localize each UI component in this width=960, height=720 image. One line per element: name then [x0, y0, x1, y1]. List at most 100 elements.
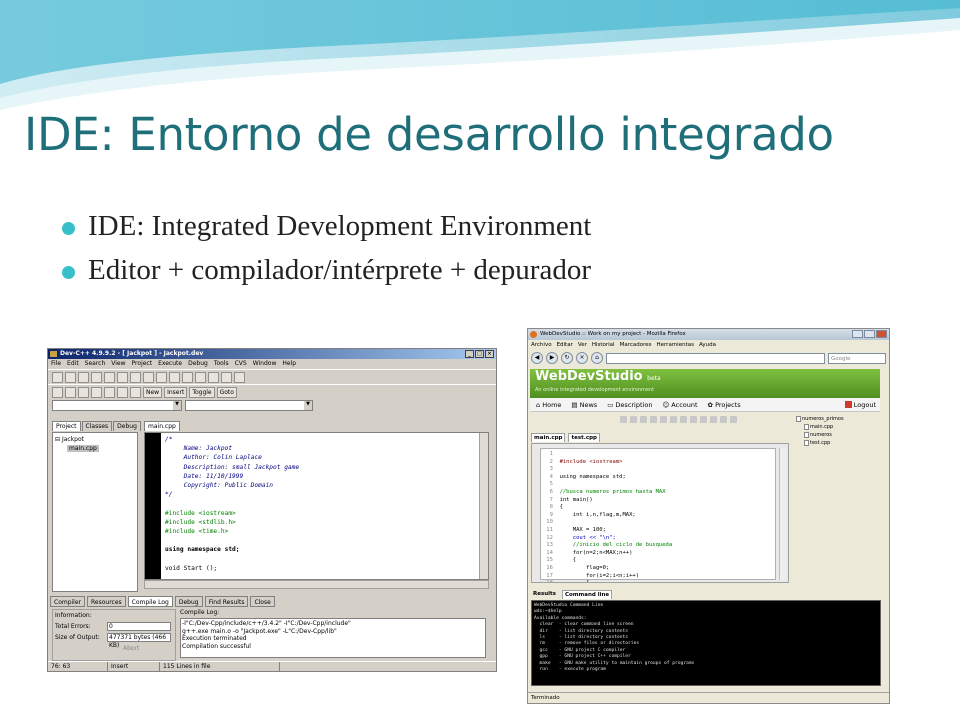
minimize-button[interactable]	[852, 330, 863, 338]
new-class-button[interactable]: New	[143, 387, 163, 398]
lock-icon[interactable]	[710, 415, 717, 423]
save-icon[interactable]	[620, 415, 627, 423]
tab-resources[interactable]: Resources	[87, 596, 126, 607]
tab-debug[interactable]: Debug	[113, 421, 141, 431]
new-file-icon[interactable]	[78, 372, 89, 383]
tab-debug-output[interactable]: Debug	[174, 596, 203, 607]
undo-icon[interactable]	[690, 415, 697, 423]
menu-ver[interactable]: Ver	[578, 340, 587, 350]
menu-edit[interactable]: Edit	[67, 359, 79, 369]
tree-node-project[interactable]: numeros_primos	[796, 415, 882, 423]
find-next-icon[interactable]	[182, 372, 193, 383]
tree-node-file[interactable]: test.cpp	[796, 439, 882, 447]
menu-herramientas[interactable]: Herramientas	[657, 340, 694, 350]
menu-execute[interactable]: Execute	[158, 359, 182, 369]
redo-icon[interactable]	[700, 415, 707, 423]
key-icon[interactable]	[720, 415, 727, 423]
menu-cvs[interactable]: CVS	[235, 359, 247, 369]
tab-compiler[interactable]: Compiler	[50, 596, 86, 607]
about-icon[interactable]	[130, 387, 141, 398]
run-icon[interactable]	[640, 415, 647, 423]
help-icon[interactable]	[117, 387, 128, 398]
home-icon[interactable]: ⌂	[591, 352, 603, 364]
menu-historial[interactable]: Historial	[592, 340, 615, 350]
maximize-button[interactable]	[864, 330, 875, 338]
logout-button[interactable]: Logout	[844, 401, 876, 409]
tab-command-line[interactable]: Command line	[561, 590, 613, 599]
indent-icon[interactable]	[208, 372, 219, 383]
url-input[interactable]	[606, 352, 825, 364]
tab-classes[interactable]: Classes	[81, 421, 113, 431]
command-line-console[interactable]: WebDevStudio Command Line wds:~$help Avail…	[531, 600, 881, 686]
stop-icon[interactable]: ×	[576, 352, 588, 364]
search-input[interactable]: Google	[828, 352, 886, 364]
member-selector-dropdown[interactable]: ▼	[185, 400, 313, 411]
menu-marcadores[interactable]: Marcadores	[620, 340, 652, 350]
unindent-icon[interactable]	[221, 372, 232, 383]
chevron-down-icon[interactable]: ▼	[173, 401, 181, 410]
menu-view[interactable]: View	[111, 359, 125, 369]
code-editor[interactable]: /* Name: Jackpot Author: Colin Laplace D…	[144, 432, 489, 580]
close-button[interactable]: ×	[485, 350, 494, 358]
replace-icon[interactable]	[169, 372, 180, 383]
tree-node-file[interactable]: main.cpp	[796, 423, 882, 431]
tab-results[interactable]: Results	[531, 590, 558, 599]
editor-vertical-scrollbar[interactable]	[779, 448, 786, 580]
find-icon[interactable]	[156, 372, 167, 383]
compile-icon[interactable]	[52, 387, 63, 398]
editor-vertical-scrollbar[interactable]	[479, 433, 488, 579]
save-icon[interactable]	[65, 372, 76, 383]
menu-help[interactable]: Help	[282, 359, 296, 369]
nav-account[interactable]: ☺ Account	[662, 401, 697, 409]
tab-compile-log[interactable]: Compile Log	[127, 596, 173, 607]
menu-ayuda[interactable]: Ayuda	[699, 340, 716, 350]
menu-project[interactable]: Project	[132, 359, 153, 369]
toggle-bookmark-button[interactable]: Toggle	[189, 387, 215, 398]
print-icon[interactable]	[650, 415, 657, 423]
back-button[interactable]: ◀	[531, 352, 543, 364]
compile-run-icon[interactable]	[78, 387, 89, 398]
undo-icon[interactable]	[130, 372, 141, 383]
code-area[interactable]: 1 2 #include <iostream> 3 4 using namesp…	[540, 448, 776, 582]
rebuild-icon[interactable]	[91, 387, 102, 398]
tab-main-cpp[interactable]: main.cpp	[144, 421, 180, 431]
goto-bookmark-button[interactable]: Goto	[216, 387, 237, 398]
menu-editar[interactable]: Editar	[557, 340, 573, 350]
tab-close[interactable]: Close	[250, 596, 275, 607]
chevron-down-icon[interactable]: ▼	[304, 401, 312, 410]
bookmark-icon[interactable]	[234, 372, 245, 383]
abort-button[interactable]: Abort	[107, 644, 139, 653]
help-icon[interactable]	[730, 415, 737, 423]
web-code-editor[interactable]: 1 2 #include <iostream> 3 4 using namesp…	[531, 443, 789, 583]
editor-horizontal-scrollbar[interactable]	[144, 580, 489, 589]
minimize-button[interactable]: _	[465, 350, 474, 358]
menu-window[interactable]: Window	[253, 359, 277, 369]
tree-node-file[interactable]: main.cpp	[55, 444, 135, 453]
open-project-icon[interactable]	[52, 372, 63, 383]
class-selector-dropdown[interactable]: ▼	[52, 400, 182, 411]
compile-log-output[interactable]: -I"C:/Dev-Cpp/include/c++/3.4.2" -I"C:/D…	[180, 618, 486, 658]
redo-icon[interactable]	[143, 372, 154, 383]
menu-search[interactable]: Search	[85, 359, 106, 369]
save-all-icon[interactable]	[104, 372, 115, 383]
insert-button[interactable]: Insert	[164, 387, 188, 398]
menu-file[interactable]: File	[51, 359, 61, 369]
tree-node-file[interactable]: numeros	[796, 431, 882, 439]
check-icon[interactable]	[104, 387, 115, 398]
run-icon[interactable]	[65, 387, 76, 398]
nav-news[interactable]: ▤ News	[571, 401, 597, 409]
reload-icon[interactable]: ↻	[561, 352, 573, 364]
menu-archivo[interactable]: Archivo	[531, 340, 552, 350]
close-button[interactable]	[876, 330, 887, 338]
copy-icon[interactable]	[670, 415, 677, 423]
tab-find-results[interactable]: Find Results	[204, 596, 249, 607]
open-file-icon[interactable]	[91, 372, 102, 383]
nav-home[interactable]: ⌂ Home	[536, 401, 561, 409]
paste-icon[interactable]	[680, 415, 687, 423]
tab-test-cpp[interactable]: test.cpp	[568, 433, 600, 442]
cut-icon[interactable]	[660, 415, 667, 423]
maximize-button[interactable]: □	[475, 350, 484, 358]
tree-node-project[interactable]: ⊟ Jackpot	[55, 435, 135, 444]
compile-icon[interactable]	[630, 415, 637, 423]
nav-description[interactable]: ▭ Description	[607, 401, 652, 409]
